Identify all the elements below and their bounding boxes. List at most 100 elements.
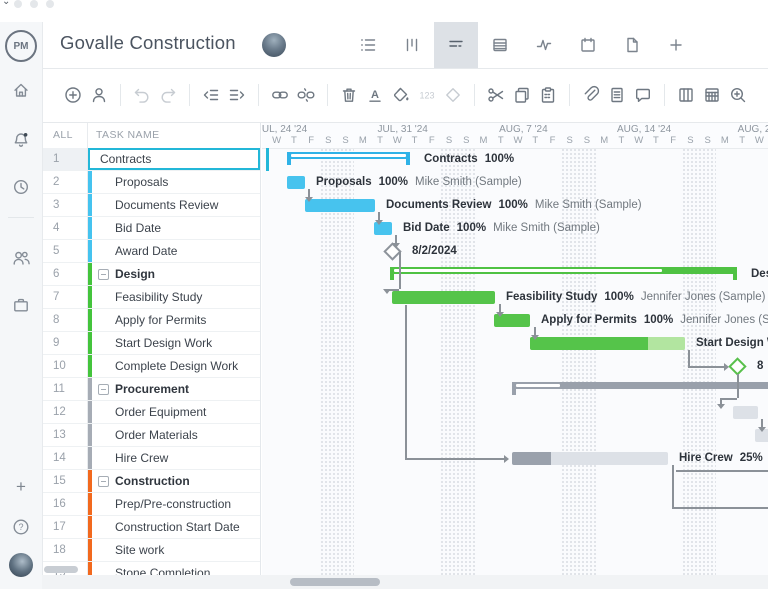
gantt-task-bar[interactable] bbox=[512, 452, 668, 465]
indent-button[interactable] bbox=[224, 82, 250, 108]
tab-doc-view[interactable] bbox=[610, 22, 654, 68]
sidebar-team-button[interactable] bbox=[11, 248, 31, 268]
sidebar-portfolio-button[interactable] bbox=[11, 295, 31, 315]
table-row[interactable]: 1Contracts bbox=[42, 148, 260, 171]
comment-button[interactable] bbox=[630, 82, 656, 108]
collapse-toggle-icon[interactable] bbox=[98, 269, 109, 280]
table-row[interactable]: 16Prep/Pre-construction bbox=[42, 493, 260, 516]
add-task-button[interactable] bbox=[60, 82, 86, 108]
collapse-toggle-icon[interactable] bbox=[98, 476, 109, 487]
task-name-cell[interactable]: Stone Completion bbox=[88, 562, 260, 575]
grid-button[interactable] bbox=[699, 82, 725, 108]
sidebar-user-avatar[interactable] bbox=[9, 553, 33, 577]
table-row[interactable]: 18Site work bbox=[42, 539, 260, 562]
task-name-cell[interactable]: Procurement bbox=[88, 378, 260, 401]
table-row[interactable]: 17Construction Start Date bbox=[42, 516, 260, 539]
day-letter: S bbox=[567, 135, 573, 146]
task-name-cell[interactable]: Design bbox=[88, 263, 260, 286]
day-letter: S bbox=[446, 135, 452, 146]
tab-gantt-view[interactable] bbox=[434, 22, 478, 68]
table-row[interactable]: 3Documents Review bbox=[42, 194, 260, 217]
tab-list-view[interactable] bbox=[346, 22, 390, 68]
format-text-button[interactable]: A bbox=[362, 82, 388, 108]
task-name-cell[interactable]: Construction bbox=[88, 470, 260, 493]
paste-button[interactable] bbox=[535, 82, 561, 108]
table-row[interactable]: 9Start Design Work bbox=[42, 332, 260, 355]
assign-user-button[interactable] bbox=[86, 82, 112, 108]
tab-add-view[interactable] bbox=[654, 22, 698, 68]
sidebar-add-button[interactable]: + bbox=[16, 478, 26, 495]
gantt-summary-bar[interactable] bbox=[390, 267, 737, 280]
sidebar-home-button[interactable] bbox=[11, 80, 31, 100]
gantt-task-bar[interactable] bbox=[305, 199, 375, 212]
task-name-cell[interactable]: Complete Design Work bbox=[88, 355, 260, 378]
table-row[interactable]: 11Procurement bbox=[42, 378, 260, 401]
task-name-cell[interactable]: Apply for Permits bbox=[88, 309, 260, 332]
table-row[interactable]: 14Hire Crew bbox=[42, 447, 260, 470]
table-row[interactable]: 13Order Materials bbox=[42, 424, 260, 447]
columns-button[interactable] bbox=[673, 82, 699, 108]
copy-button[interactable] bbox=[509, 82, 535, 108]
tab-activity-view[interactable] bbox=[522, 22, 566, 68]
task-name-cell[interactable]: Order Equipment bbox=[88, 401, 260, 424]
table-row[interactable]: 6Design bbox=[42, 263, 260, 286]
numbers-button[interactable]: 123 bbox=[414, 82, 440, 108]
cut-button[interactable] bbox=[483, 82, 509, 108]
task-name-cell[interactable]: Documents Review bbox=[88, 194, 260, 217]
table-horizontal-scrollbar-thumb[interactable] bbox=[44, 566, 78, 573]
gantt-task-bar[interactable] bbox=[530, 337, 685, 350]
gantt-task-bar[interactable] bbox=[287, 176, 305, 189]
outdent-button[interactable] bbox=[198, 82, 224, 108]
task-name-cell[interactable]: Prep/Pre-construction bbox=[88, 493, 260, 516]
task-name-cell[interactable]: Proposals bbox=[88, 171, 260, 194]
unlink-button[interactable] bbox=[293, 82, 319, 108]
link-button[interactable] bbox=[267, 82, 293, 108]
fill-color-button[interactable] bbox=[388, 82, 414, 108]
task-name-cell[interactable]: Contracts bbox=[88, 148, 260, 171]
column-header-all[interactable]: ALL bbox=[42, 122, 88, 148]
sidebar-recent-button[interactable] bbox=[11, 177, 31, 197]
delete-button[interactable] bbox=[336, 82, 362, 108]
gantt-milestone-diamond[interactable] bbox=[728, 357, 746, 375]
table-row[interactable]: 8Apply for Permits bbox=[42, 309, 260, 332]
tab-sheet-view[interactable] bbox=[478, 22, 522, 68]
task-name-cell[interactable]: Bid Date bbox=[88, 217, 260, 240]
table-row[interactable]: 15Construction bbox=[42, 470, 260, 493]
gantt-summary-bar[interactable] bbox=[287, 152, 410, 165]
table-row[interactable]: 10Complete Design Work bbox=[42, 355, 260, 378]
table-row[interactable]: 2Proposals bbox=[42, 171, 260, 194]
notes-button[interactable] bbox=[604, 82, 630, 108]
undo-button[interactable] bbox=[129, 82, 155, 108]
collapse-toggle-icon[interactable] bbox=[98, 384, 109, 395]
task-name-cell[interactable]: Feasibility Study bbox=[88, 286, 260, 309]
tab-calendar-view[interactable] bbox=[566, 22, 610, 68]
horizontal-scrollbar-thumb[interactable] bbox=[290, 578, 380, 586]
tab-board-view[interactable] bbox=[390, 22, 434, 68]
task-name-cell[interactable]: Start Design Work bbox=[88, 332, 260, 355]
task-name-cell[interactable]: Hire Crew bbox=[88, 447, 260, 470]
task-name-cell[interactable]: Award Date bbox=[88, 240, 260, 263]
gantt-task-bar[interactable] bbox=[733, 406, 758, 419]
gantt-task-bar[interactable] bbox=[392, 291, 495, 304]
redo-button[interactable] bbox=[155, 82, 181, 108]
attach-button[interactable] bbox=[578, 82, 604, 108]
app-logo[interactable]: PM bbox=[5, 30, 37, 62]
svg-text:123: 123 bbox=[419, 91, 434, 101]
sidebar-notifications-button[interactable] bbox=[11, 130, 31, 150]
task-name-cell[interactable]: Construction Start Date bbox=[88, 516, 260, 539]
svg-text:A: A bbox=[371, 89, 379, 101]
table-row[interactable]: 7Feasibility Study bbox=[42, 286, 260, 309]
table-row[interactable]: 4Bid Date bbox=[42, 217, 260, 240]
task-name-cell[interactable]: Site work bbox=[88, 539, 260, 562]
calendar-view-icon bbox=[578, 35, 598, 55]
task-name-cell[interactable]: Order Materials bbox=[88, 424, 260, 447]
column-header-task-name[interactable]: TASK NAME bbox=[88, 122, 260, 148]
table-row[interactable]: 5Award Date bbox=[42, 240, 260, 263]
project-owner-avatar[interactable] bbox=[262, 33, 286, 57]
zoom-in-button[interactable] bbox=[725, 82, 751, 108]
home-icon bbox=[11, 80, 31, 100]
milestone-button[interactable] bbox=[440, 82, 466, 108]
gantt-summary-bar[interactable] bbox=[512, 382, 768, 395]
table-row[interactable]: 12Order Equipment bbox=[42, 401, 260, 424]
sidebar-help-button[interactable]: ? bbox=[11, 517, 31, 537]
